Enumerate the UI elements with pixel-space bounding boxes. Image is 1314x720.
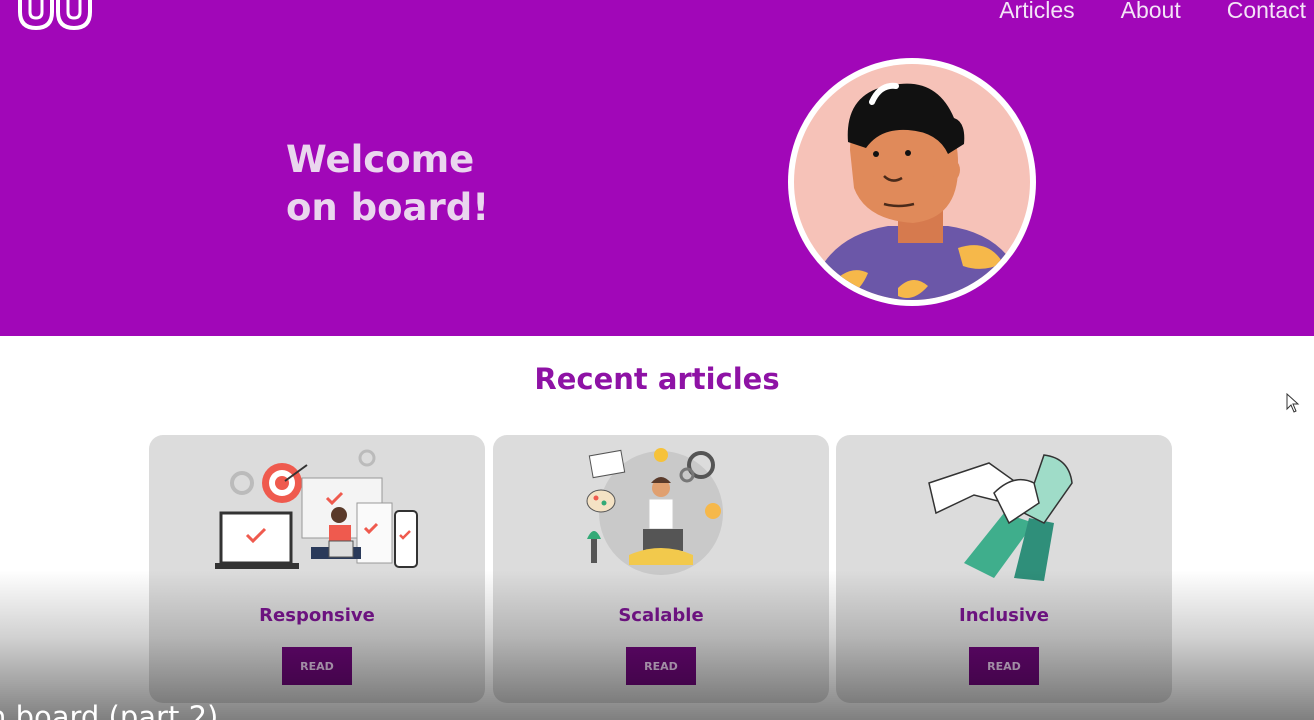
read-button[interactable]: READ: [282, 647, 352, 685]
hero-heading-line1: Welcome: [286, 138, 475, 181]
video-caption: n board (part 2): [0, 700, 219, 720]
read-button[interactable]: READ: [626, 647, 696, 685]
hero-banner: Articles About Contact Welcome on board!: [0, 0, 1314, 336]
avatar: [788, 58, 1036, 306]
card-title: Responsive: [259, 605, 375, 626]
article-card-inclusive[interactable]: Inclusive READ: [836, 435, 1172, 703]
nav-about-link[interactable]: About: [1121, 0, 1181, 24]
card-title: Inclusive: [959, 605, 1049, 626]
article-card-responsive[interactable]: Responsive READ: [149, 435, 485, 703]
top-nav: Articles About Contact: [999, 0, 1306, 24]
nav-contact-link[interactable]: Contact: [1227, 0, 1306, 24]
card-title: Scalable: [618, 605, 704, 626]
nav-articles-link[interactable]: Articles: [999, 0, 1074, 24]
hero-heading-line2: on board!: [286, 186, 490, 229]
devices-illustration-icon: [215, 449, 418, 569]
hero-heading: Welcome on board!: [286, 136, 489, 232]
mouse-cursor-icon: [1286, 393, 1300, 413]
logo-icon[interactable]: [14, 0, 100, 36]
article-card-scalable[interactable]: Scalable READ: [493, 435, 829, 703]
creative-person-illustration-icon: [586, 448, 723, 575]
stacked-hands-illustration-icon: [928, 454, 1073, 581]
read-button[interactable]: READ: [969, 647, 1039, 685]
section-title: Recent articles: [534, 362, 780, 396]
